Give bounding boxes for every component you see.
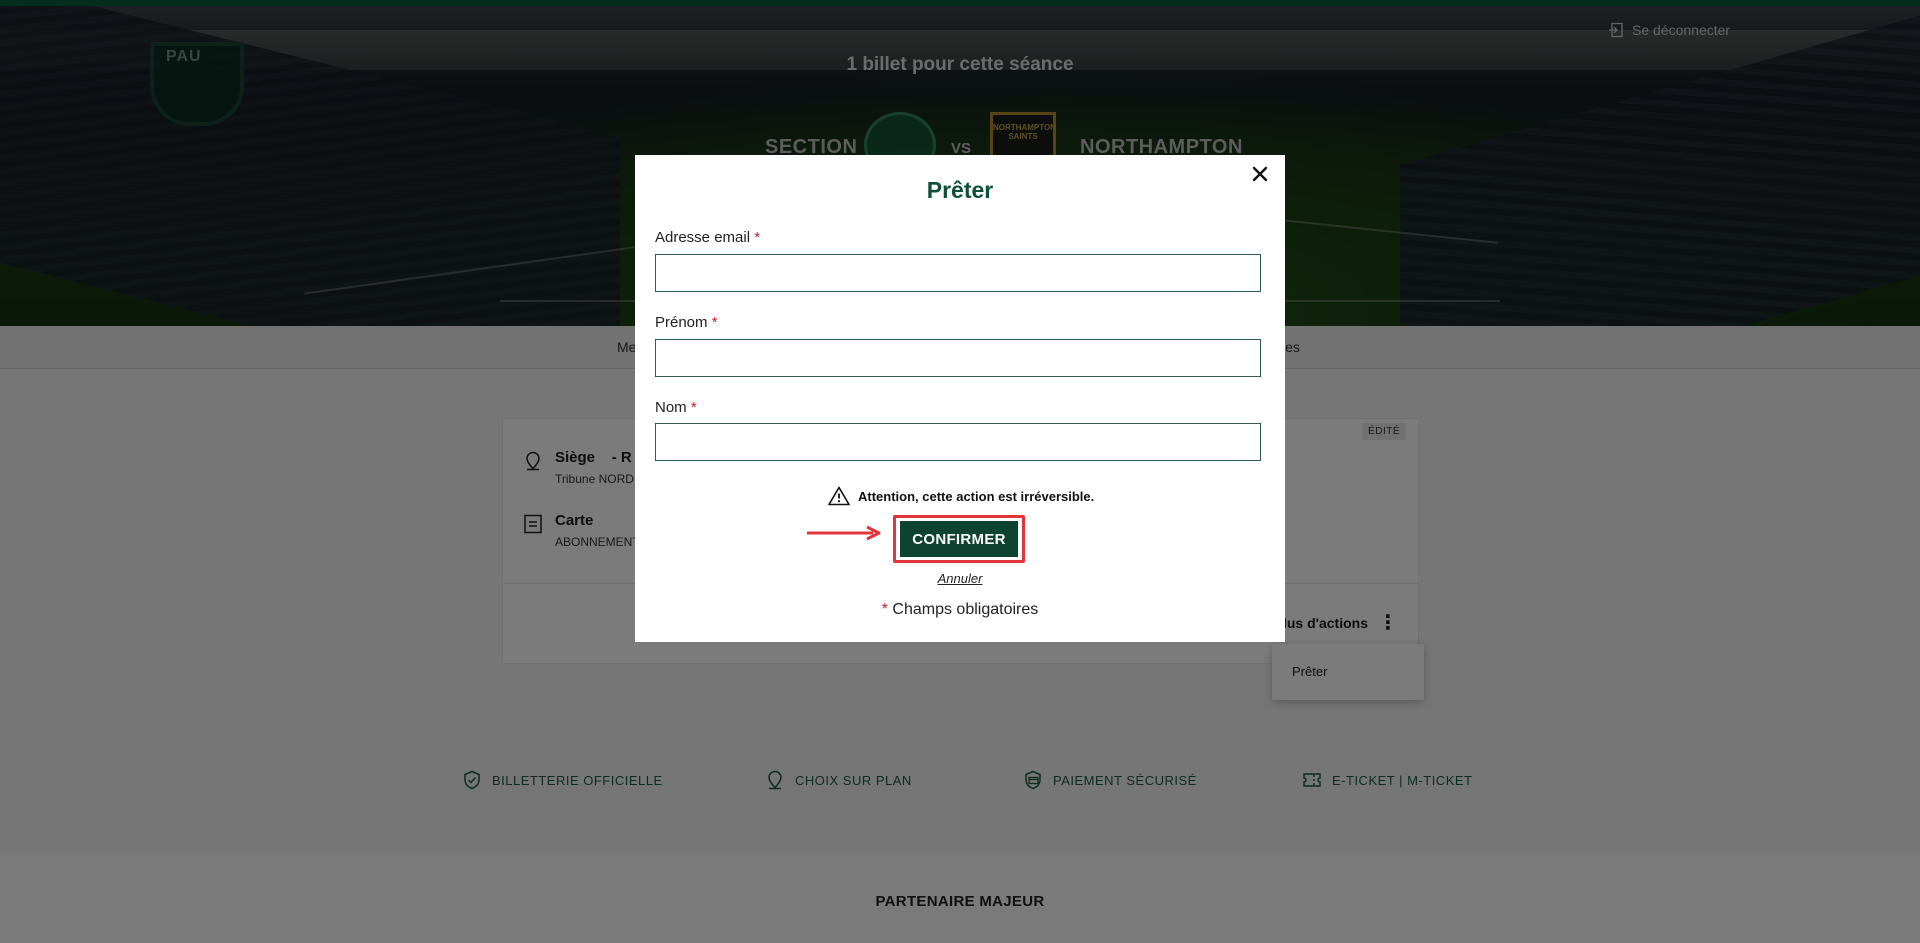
irreversible-warning: Attention, cette action est irréversible… <box>828 486 1094 506</box>
lastname-label: Nom * <box>655 399 697 416</box>
annotation-arrow-icon <box>807 525 881 541</box>
firstname-label: Prénom * <box>655 314 718 331</box>
email-field[interactable] <box>655 254 1261 292</box>
lend-ticket-modal: Prêter Adresse email * Prénom * Nom * At… <box>635 155 1285 642</box>
required-asterisk: * <box>711 314 718 331</box>
modal-title: Prêter <box>926 177 994 203</box>
confirm-button[interactable]: CONFIRMER <box>900 521 1018 557</box>
warning-triangle-icon <box>828 486 850 506</box>
cancel-link[interactable]: Annuler <box>635 571 1285 586</box>
lastname-field[interactable] <box>655 423 1261 461</box>
email-label: Adresse email * <box>655 229 761 246</box>
required-fields-note: * Champs obligatoires <box>881 601 1039 618</box>
required-asterisk: * <box>690 399 697 416</box>
warning-text: Attention, cette action est irréversible… <box>858 488 1095 504</box>
required-asterisk: * <box>754 229 761 246</box>
firstname-field[interactable] <box>655 339 1261 377</box>
